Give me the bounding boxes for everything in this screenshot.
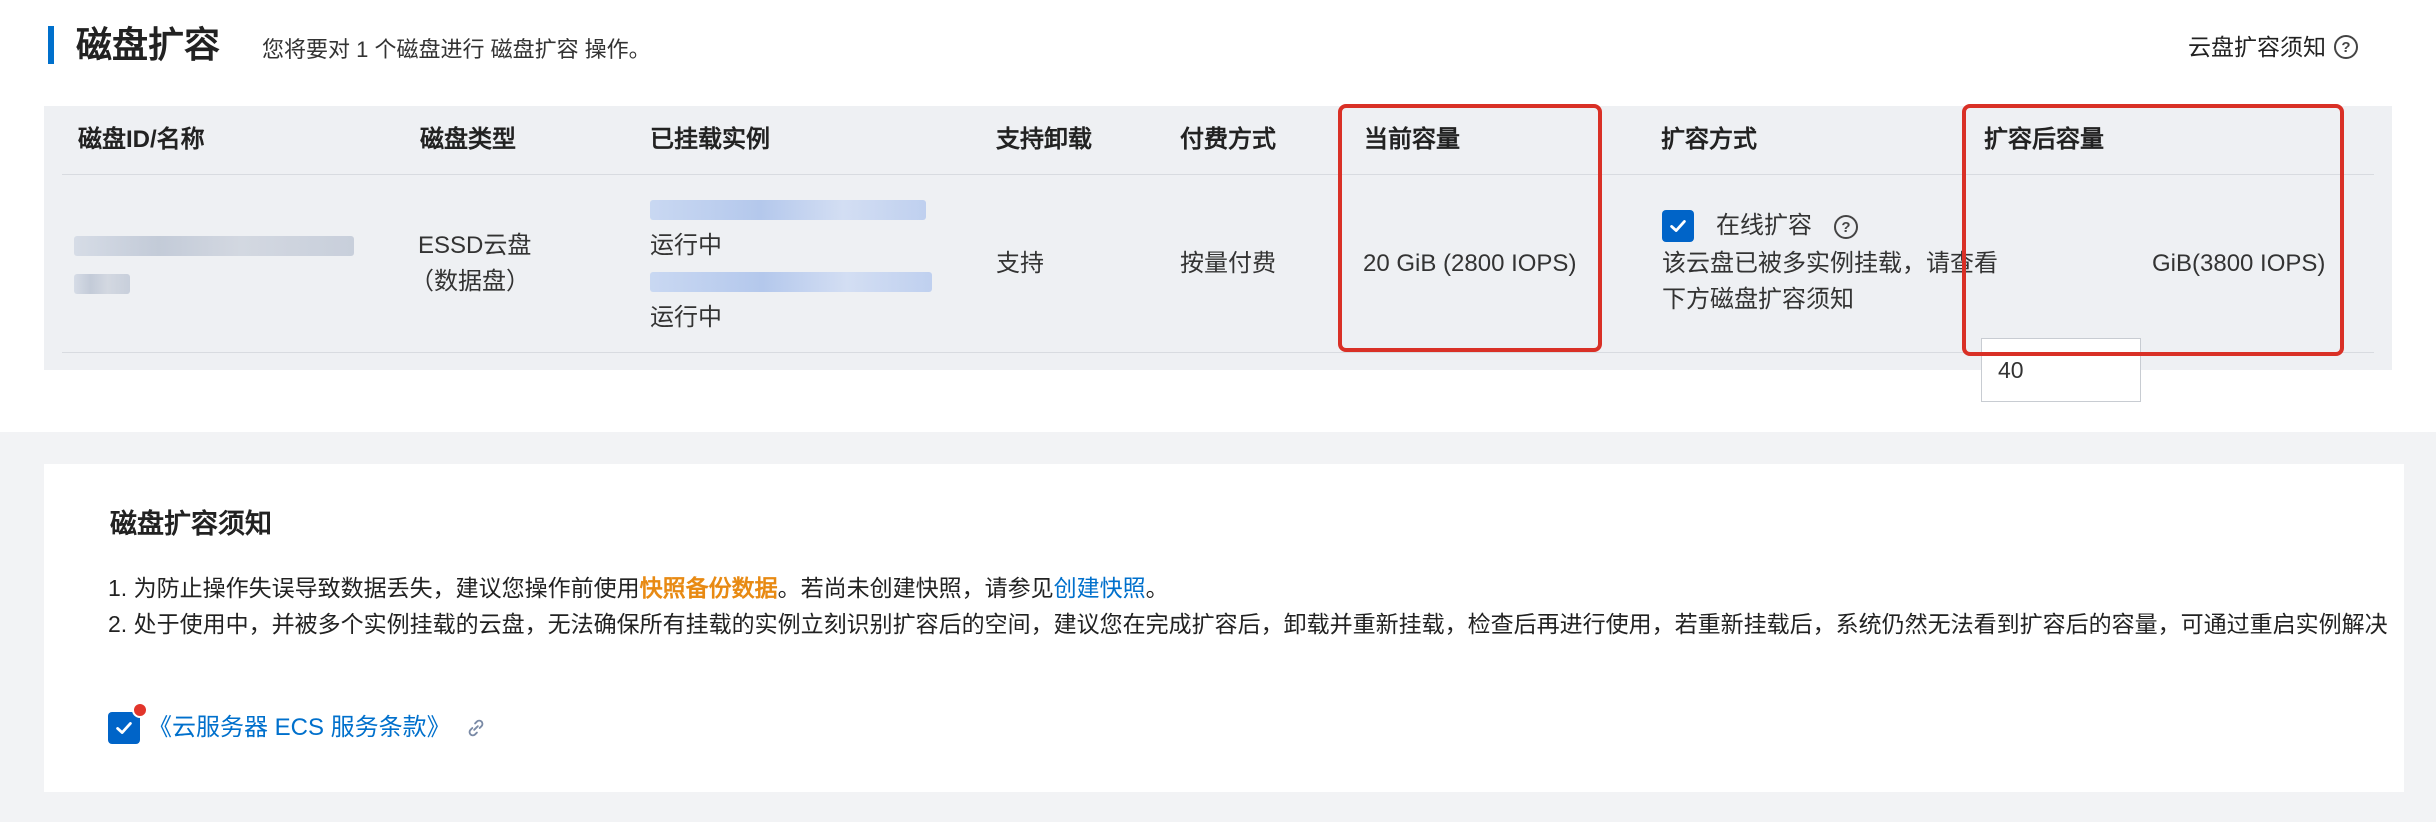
- disk-id-redacted: [74, 236, 354, 256]
- page-subtitle: 您将要对 1 个磁盘进行 磁盘扩容 操作。: [262, 37, 651, 62]
- col-billing: 付费方式: [1180, 126, 1276, 153]
- page-title: 磁盘扩容: [76, 24, 221, 65]
- help-icon: ?: [2334, 35, 2358, 59]
- notice-item-2: 2. 处于使用中，并被多个实例挂载的云盘，无法确保所有挂载的实例立刻识别扩容后的…: [108, 611, 2388, 637]
- title-accent-bar: [48, 26, 54, 64]
- online-resize-checkbox[interactable]: [1662, 210, 1694, 242]
- online-resize-label: 在线扩容: [1716, 212, 1812, 239]
- snapshot-backup-highlight: 快照备份数据: [639, 575, 778, 601]
- check-icon: [1670, 220, 1686, 232]
- resize-notice-label: 云盘扩容须知: [2188, 34, 2326, 60]
- notice-notes: 1. 为防止操作失误导致数据丢失，建议您操作前使用快照备份数据。若尚未创建快照，…: [108, 570, 2398, 642]
- instance-2-link-redacted[interactable]: [650, 272, 932, 292]
- create-snapshot-link[interactable]: 创建快照: [1054, 575, 1146, 601]
- resize-notice-card: 磁盘扩容须知 1. 为防止操作失误导致数据丢失，建议您操作前使用快照备份数据。若…: [44, 464, 2404, 792]
- col-instances: 已挂载实例: [650, 126, 770, 153]
- detachable-value: 支持: [996, 250, 1044, 277]
- disk-name-redacted: [74, 274, 130, 294]
- annotation-new-capacity: [1962, 104, 2344, 356]
- col-disk-type: 磁盘类型: [420, 126, 516, 153]
- disk-type-role: （数据盘）: [410, 268, 530, 295]
- disk-resize-panel: 磁盘扩容 您将要对 1 个磁盘进行 磁盘扩容 操作。 云盘扩容须知 ? 磁盘ID…: [0, 0, 2436, 432]
- instance-1-link-redacted[interactable]: [650, 200, 926, 220]
- resize-notice-link[interactable]: 云盘扩容须知 ?: [2188, 30, 2358, 64]
- notice-1-text-middle: 。若尚未创建快照，请参见: [777, 575, 1054, 601]
- notice-title: 磁盘扩容须知: [110, 509, 272, 539]
- notice-item-1: 1. 为防止操作失误导致数据丢失，建议您操作前使用快照备份数据。若尚未创建快照，…: [108, 570, 2398, 606]
- annotation-current-capacity: [1338, 104, 1602, 352]
- billing-value: 按量付费: [1180, 250, 1276, 277]
- terms-agreement[interactable]: 《云服务器 ECS 服务条款》: [108, 702, 487, 746]
- notice-1-text-end: 。: [1145, 575, 1169, 601]
- external-link-icon: [468, 719, 484, 737]
- check-icon: [116, 722, 132, 734]
- terms-link[interactable]: 《云服务器 ECS 服务条款》: [148, 710, 451, 746]
- terms-checkbox[interactable]: [108, 702, 148, 744]
- instance-2-status: 运行中: [650, 304, 722, 331]
- notification-dot: [132, 702, 148, 718]
- instance-1-status: 运行中: [650, 232, 722, 259]
- resize-method-note: 该云盘已被多实例挂载，请查看下方磁盘扩容须知: [1662, 250, 1998, 313]
- notice-1-text: 1. 为防止操作失误导致数据丢失，建议您操作前使用: [108, 575, 640, 601]
- col-disk-id: 磁盘ID/名称: [78, 126, 205, 153]
- online-resize-help-icon[interactable]: ?: [1834, 215, 1858, 239]
- disk-type: ESSD云盘: [418, 232, 532, 259]
- col-detachable: 支持卸载: [996, 126, 1092, 153]
- col-resize-method: 扩容方式: [1661, 126, 1757, 153]
